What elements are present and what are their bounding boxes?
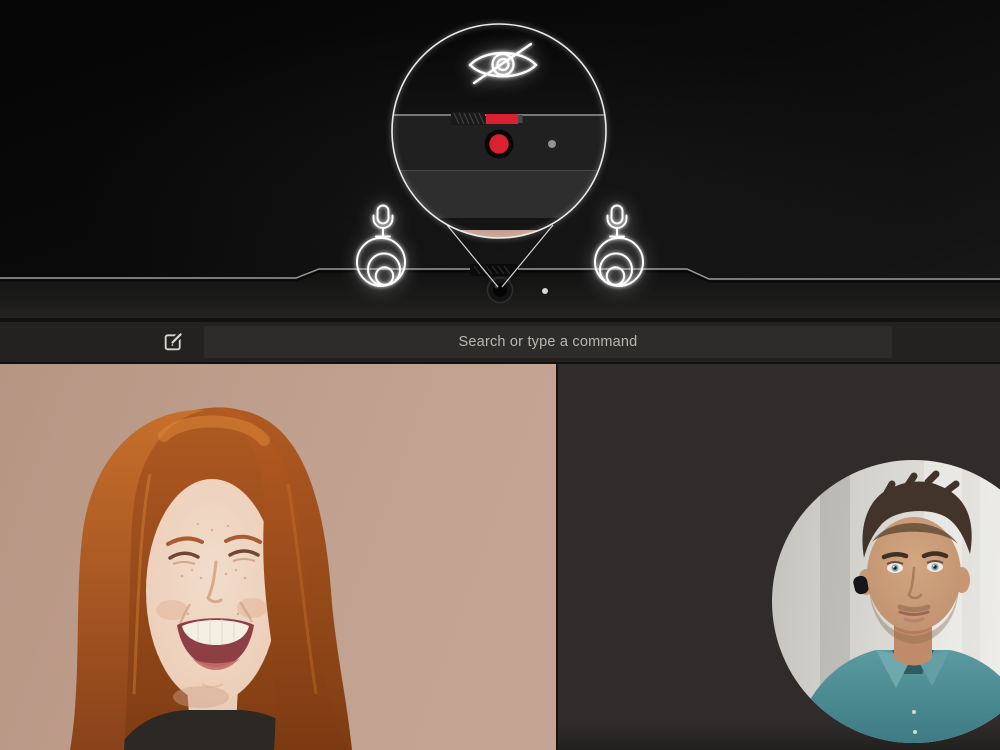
compose-icon <box>164 331 184 350</box>
participant-panel <box>556 364 1000 750</box>
woman-portrait <box>0 364 556 750</box>
status-dot-magnified <box>548 140 556 148</box>
video-call-area <box>0 364 1000 750</box>
webcam-status-dot <box>542 288 548 294</box>
participant-video-tile <box>0 364 556 750</box>
teams-top-bar: Search or type a command <box>0 322 1000 362</box>
man-portrait <box>772 460 1000 743</box>
shutter-red-indicator <box>486 114 518 124</box>
search-placeholder: Search or type a command <box>458 334 638 350</box>
hero-illustration <box>0 23 1000 322</box>
compose-button[interactable] <box>158 330 188 356</box>
participant-avatar <box>772 460 1000 743</box>
teams-top-bar-wrap: Search or type a command <box>0 318 1000 364</box>
search-input[interactable]: Search or type a command <box>204 326 892 358</box>
screenshot-root: Search or type a command <box>0 0 1000 750</box>
